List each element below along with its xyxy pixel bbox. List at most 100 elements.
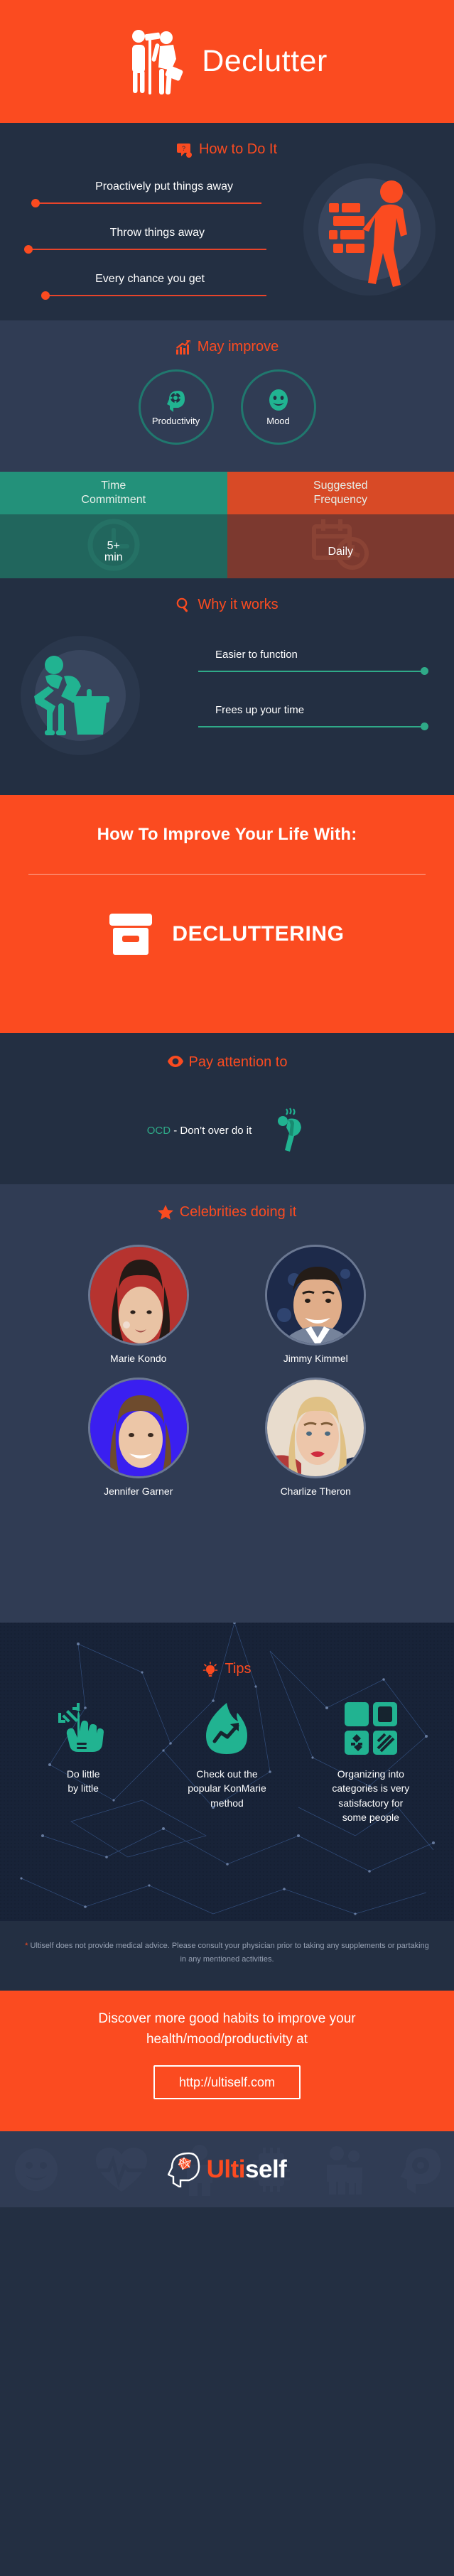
list-item: Easier to function	[198, 649, 454, 705]
celebrity-name: Marie Kondo	[110, 1353, 167, 1364]
may-improve-heading-label: May improve	[197, 339, 279, 355]
connector-dot	[31, 199, 40, 207]
freq-title-line2: Frequency	[313, 494, 368, 506]
connector-line	[198, 671, 424, 672]
connector-dot	[24, 245, 33, 254]
celebrities-heading-label: Celebrities doing it	[179, 1204, 297, 1220]
avatar	[87, 1378, 189, 1478]
avatar	[87, 1245, 189, 1346]
suggested-frequency-title: Suggested Frequency	[227, 472, 454, 514]
head-gear-icon	[164, 389, 188, 413]
ghost-family-icon	[327, 2145, 363, 2195]
freq-title-line1: Suggested	[313, 480, 368, 492]
lightbulb-icon	[202, 1661, 218, 1677]
brand-second: self	[245, 2155, 287, 2183]
ocd-note: - Don’t over do it	[171, 1124, 252, 1137]
how-to-heading: ? How to Do It	[0, 123, 454, 158]
banner-word: DECLUTTERING	[172, 921, 345, 946]
connector-line	[34, 202, 261, 204]
infographic-page: Declutter ? How to Do It Proactively put…	[0, 0, 454, 2576]
header: Declutter	[0, 0, 454, 123]
banner-divider	[28, 873, 426, 875]
how-to-list: Proactively put things away Throw things…	[0, 181, 284, 320]
tips-heading: Tips	[0, 1623, 454, 1677]
pay-attention-section: Pay attention to OCD - Don’t over do it	[0, 1033, 454, 1184]
improve-item-productivity: Productivity	[138, 369, 214, 445]
celebrity-card: Jennifer Garner	[87, 1378, 189, 1497]
ocd-term: OCD	[146, 1124, 171, 1137]
tips-section: Tips Do little by little Check out the p…	[0, 1623, 454, 1921]
improve-item-label: Mood	[266, 416, 290, 426]
storage-box-icon	[109, 913, 153, 955]
celebrity-name: Jennifer Garner	[104, 1485, 173, 1497]
how-to-do-it-section: ? How to Do It Proactively put things aw…	[0, 123, 454, 320]
time-commitment-title: Time Commitment	[0, 472, 227, 514]
time-commitment-column: Time Commitment 5+ min	[0, 472, 227, 578]
tip-text: Do little by little	[66, 1768, 100, 1795]
celebrities-heading: Celebrities doing it	[0, 1184, 454, 1221]
question-speech-bubble-icon: ?	[176, 142, 193, 158]
banner-title: How To Improve Your Life With:	[97, 825, 357, 844]
ghost-head-gear-icon	[400, 2148, 441, 2194]
cta-section: Discover more good habits to improve you…	[0, 1991, 454, 2131]
list-item: Proactively put things away	[0, 181, 284, 227]
time-frequency-section: Time Commitment 5+ min Suggested Frequen…	[0, 472, 454, 578]
why-it-works-heading: Why it works	[0, 578, 454, 613]
may-improve-heading: May improve	[0, 320, 454, 355]
celebrity-card: Jimmy Kimmel	[265, 1245, 367, 1364]
how-to-item-label: Proactively put things away	[95, 180, 233, 193]
ghost-smiley-icon	[15, 2148, 58, 2191]
person-stacking-boxes-icon	[302, 162, 437, 297]
time-commitment-value: 5+ min	[104, 540, 123, 563]
bar-chart-up-icon	[175, 340, 191, 355]
tip-card: Organizing into categories is very satisfa…	[299, 1701, 443, 1824]
celebrities-section: Celebrities doing it Marie Kondo Jimmy K…	[0, 1184, 454, 1623]
why-it-works-list: Easier to function Frees up your time	[198, 649, 454, 760]
how-to-item-label: Throw things away	[109, 227, 205, 239]
list-item: Every chance you get	[0, 274, 284, 320]
footer: Ultiself	[0, 2131, 454, 2207]
tip-text: Organizing into categories is very satisfa…	[332, 1768, 410, 1823]
time-title-line2: Commitment	[81, 494, 146, 506]
connector-line	[44, 295, 266, 296]
footer-brand: Ultiself	[166, 2152, 287, 2189]
how-to-item-label: Every chance you get	[95, 273, 205, 285]
connector-dot	[41, 291, 50, 300]
four-squares-icon	[299, 1701, 443, 1755]
time-commitment-value-panel: 5+ min	[0, 514, 227, 578]
how-to-heading-label: How to Do It	[198, 141, 278, 157]
celebrity-card: Charlize Theron	[265, 1378, 367, 1496]
star-icon	[157, 1204, 173, 1221]
avatar	[265, 1245, 367, 1346]
may-improve-section: May improve Productivity Mood	[0, 320, 454, 472]
stressed-person-icon	[276, 1108, 307, 1153]
improve-item-mood: Mood	[240, 369, 316, 445]
website-link-button[interactable]: http://ultiself.com	[153, 2065, 301, 2099]
person-throwing-trash-icon	[20, 635, 141, 756]
declutter-people-icon	[126, 26, 189, 97]
smiley-face-icon	[266, 389, 291, 413]
celebrity-name: Jimmy Kimmel	[283, 1353, 348, 1364]
tips-grid: Do little by little Check out the popular …	[0, 1701, 454, 1824]
connector-line	[27, 249, 266, 250]
banner-body: DECLUTTERING	[28, 913, 426, 955]
time-title-line1: Time	[101, 480, 126, 492]
svg-text:?: ?	[182, 145, 185, 152]
eye-icon	[167, 1055, 183, 1071]
why-it-works-section: Why it works Easier to function Frees up…	[0, 578, 454, 795]
pay-attention-heading-label: Pay attention to	[188, 1054, 288, 1070]
celebrities-grid: Marie Kondo Jimmy Kimmel Jennifer Garner…	[0, 1245, 454, 1496]
suggested-frequency-value-panel: Daily	[227, 514, 454, 578]
pay-attention-note: OCD - Don’t over do it	[147, 1125, 252, 1136]
disclaimer-text: * Ultiself does not provide medical advi…	[21, 1939, 433, 1967]
why-item-label: Easier to function	[215, 649, 298, 661]
celebrity-card: Marie Kondo	[87, 1245, 189, 1364]
disclaimer-body: Ultiself does not provide medical advice…	[28, 1942, 429, 1964]
why-it-works-heading-label: Why it works	[198, 597, 279, 612]
why-item-label: Frees up your time	[215, 704, 305, 716]
pointing-hand-icon	[11, 1701, 155, 1755]
tip-card: Check out the popular KonMarie method	[155, 1701, 298, 1824]
disclaimer-section: * Ultiself does not provide medical advi…	[0, 1921, 454, 1991]
list-item: Throw things away	[0, 227, 284, 274]
pay-attention-note-row: OCD - Don’t over do it	[0, 1108, 454, 1153]
